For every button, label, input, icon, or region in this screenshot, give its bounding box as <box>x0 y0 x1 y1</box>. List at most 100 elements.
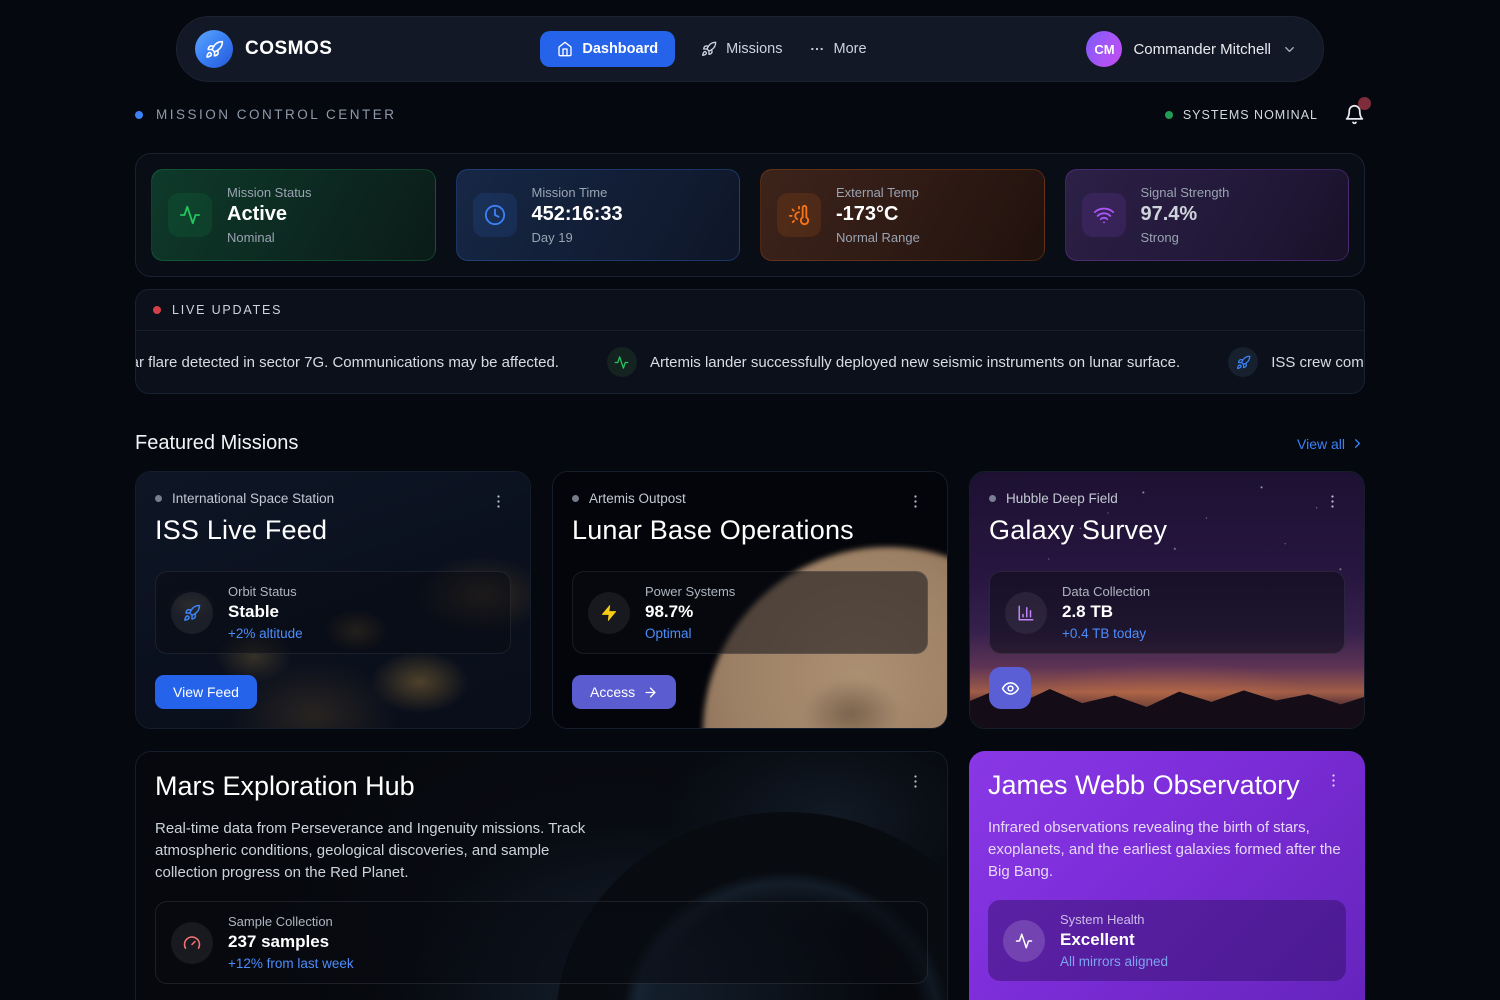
nav-item-label: Dashboard <box>582 41 658 57</box>
stat-card-mission-status: Mission Status Active Nominal <box>151 169 436 261</box>
featured-header: Featured Missions View all <box>135 432 1365 455</box>
stat-value: 97.4% <box>1141 203 1230 226</box>
thermometer-icon <box>777 193 821 237</box>
stat-sub: +12% from last week <box>228 956 354 971</box>
bar-chart-icon <box>1005 592 1047 634</box>
stat-sub: Day 19 <box>532 230 623 245</box>
live-dot-icon <box>153 306 161 314</box>
mission-card-galaxy[interactable]: Hubble Deep Field Galaxy Survey Data Col… <box>969 471 1365 729</box>
nav-menu: Dashboard Missions More <box>332 31 1074 67</box>
mission-title: Galaxy Survey <box>989 515 1345 546</box>
avatar: CM <box>1086 31 1122 67</box>
activity-icon <box>168 193 212 237</box>
ticker-item: ISS crew completes critical EVA maintena… <box>1228 347 1364 377</box>
view-feed-button[interactable]: View Feed <box>155 675 257 709</box>
view-all-link[interactable]: View all <box>1297 436 1365 452</box>
mission-stat-panel: Data Collection 2.8 TB +0.4 TB today <box>989 571 1345 654</box>
nav-item-missions[interactable]: Missions <box>701 41 782 57</box>
mission-tag: International Space Station <box>172 491 334 506</box>
stat-label: System Health <box>1060 912 1168 927</box>
card-description: Infrared observations revealing the birt… <box>988 817 1346 882</box>
access-button[interactable]: Access <box>572 675 676 709</box>
mars-stat-panel: Sample Collection 237 samples +12% from … <box>155 901 928 984</box>
nav-item-label: Missions <box>726 41 782 57</box>
nav-item-more[interactable]: More <box>809 41 867 57</box>
stat-sub: Normal Range <box>836 230 920 245</box>
live-updates-panel: LIVE UPDATES Solar flare detected in sec… <box>135 289 1365 394</box>
home-icon <box>557 41 573 57</box>
page-title: MISSION CONTROL CENTER <box>156 107 397 122</box>
page-header: MISSION CONTROL CENTER SYSTEMS NOMINAL <box>135 104 1365 125</box>
live-updates-title: LIVE UPDATES <box>172 303 282 317</box>
stat-label: Mission Time <box>532 185 623 200</box>
nav-item-label: More <box>834 41 867 57</box>
mission-card-lunar[interactable]: Artemis Outpost Lunar Base Operations Po… <box>552 471 948 729</box>
mission-stat-panel: Power Systems 98.7% Optimal <box>572 571 928 654</box>
top-bar-area: COSMOS Dashboard Missions More <box>0 0 1500 82</box>
news-ticker: Solar flare detected in sector 7G. Commu… <box>135 331 1364 393</box>
ticker-item: Solar flare detected in sector 7G. Commu… <box>135 347 559 377</box>
stat-card-signal-strength: Signal Strength 97.4% Strong <box>1065 169 1350 261</box>
gauge-icon <box>171 922 213 964</box>
access-label: Access <box>590 684 635 700</box>
card-title: Mars Exploration Hub <box>155 771 928 802</box>
user-name: Commander Mitchell <box>1133 41 1271 58</box>
card-description: Real-time data from Perseverance and Ing… <box>155 818 595 883</box>
navbar: COSMOS Dashboard Missions More <box>176 16 1324 82</box>
mission-tag: Artemis Outpost <box>589 491 686 506</box>
rocket-icon <box>1228 347 1258 377</box>
stat-label: Sample Collection <box>228 914 354 929</box>
stat-sub: +2% altitude <box>228 626 303 641</box>
stat-value: Excellent <box>1060 930 1168 950</box>
rocket-icon <box>701 41 717 57</box>
ticker-text: ISS crew completes critical EVA maintena… <box>1271 354 1364 371</box>
stat-value: 452:16:33 <box>532 203 623 226</box>
stats-panel: Mission Status Active Nominal Mission Ti… <box>135 153 1365 277</box>
notifications-button[interactable] <box>1344 104 1365 125</box>
stat-label: External Temp <box>836 185 920 200</box>
webb-stat-panel: System Health Excellent All mirrors alig… <box>988 900 1346 981</box>
gray-dot-icon <box>989 495 996 502</box>
ticker-text: Artemis lander successfully deployed new… <box>650 354 1180 371</box>
rocket-logo-icon <box>195 30 233 68</box>
mission-card-iss[interactable]: International Space Station ISS Live Fee… <box>135 471 531 729</box>
section-title: Featured Missions <box>135 432 298 455</box>
mission-title: Lunar Base Operations <box>572 515 928 546</box>
ticker-text: Solar flare detected in sector 7G. Commu… <box>135 354 559 371</box>
rocket-icon <box>171 592 213 634</box>
mission-stat-panel: Orbit Status Stable +2% altitude <box>155 571 511 654</box>
card-menu-button[interactable] <box>486 491 511 512</box>
card-menu-button[interactable] <box>903 771 928 792</box>
gray-dot-icon <box>155 495 162 502</box>
stat-label: Power Systems <box>645 584 735 599</box>
stat-card-mission-time: Mission Time 452:16:33 Day 19 <box>456 169 741 261</box>
notification-badge <box>1358 97 1371 110</box>
stat-value: 98.7% <box>645 602 735 622</box>
stat-value: -173°C <box>836 203 920 226</box>
nav-item-dashboard[interactable]: Dashboard <box>540 31 675 67</box>
card-menu-button[interactable] <box>903 491 928 512</box>
stat-label: Mission Status <box>227 185 312 200</box>
stat-value: 2.8 TB <box>1062 602 1150 622</box>
lightning-bolt-icon <box>588 592 630 634</box>
mars-hub-card[interactable]: Mars Exploration Hub Real-time data from… <box>135 751 948 1000</box>
green-dot-icon <box>1165 111 1173 119</box>
webb-card[interactable]: James Webb Observatory Infrared observat… <box>969 751 1365 1000</box>
stat-label: Orbit Status <box>228 584 303 599</box>
stat-value: Stable <box>228 602 303 622</box>
stat-sub: +0.4 TB today <box>1062 626 1150 641</box>
ticker-item: Artemis lander successfully deployed new… <box>607 347 1180 377</box>
view-all-label: View all <box>1297 436 1345 452</box>
user-menu[interactable]: CM Commander Mitchell <box>1074 23 1309 75</box>
eye-icon <box>1001 679 1020 698</box>
systems-status: SYSTEMS NOMINAL <box>1165 108 1318 122</box>
stat-sub: Nominal <box>227 230 312 245</box>
chevron-right-icon <box>1350 436 1365 451</box>
stat-sub: All mirrors aligned <box>1060 954 1168 969</box>
stat-label: Data Collection <box>1062 584 1150 599</box>
stat-card-external-temp: External Temp -173°C Normal Range <box>760 169 1045 261</box>
card-menu-button[interactable] <box>1320 491 1345 512</box>
card-menu-button[interactable] <box>1321 770 1346 791</box>
view-button[interactable] <box>989 667 1031 709</box>
brand[interactable]: COSMOS <box>195 30 332 68</box>
